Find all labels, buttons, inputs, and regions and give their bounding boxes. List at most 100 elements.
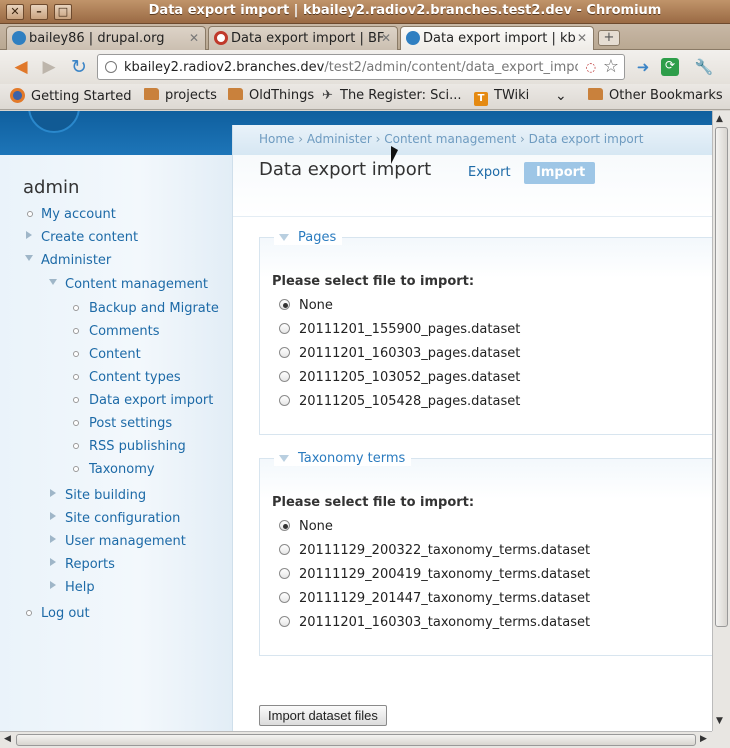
scroll-up-arrow-icon[interactable]: ▲ [716, 114, 723, 124]
bookmark-other-bookmarks[interactable]: Other Bookmarks [588, 88, 723, 103]
breadcrumb-data-export-import[interactable]: Data export import [529, 132, 644, 146]
breadcrumb-administer[interactable]: Administer [307, 132, 372, 146]
taxonomy-radio-option[interactable]: 20111129_200322_taxonomy_terms.dataset [279, 543, 590, 558]
radio-button[interactable] [279, 544, 290, 555]
close-tab-icon[interactable]: ✕ [381, 31, 391, 45]
sidebar-item-content-types[interactable]: Content types [89, 370, 181, 385]
sidebar-item-help[interactable]: Help [65, 580, 95, 595]
taxonomy-radio-option[interactable]: 20111129_200419_taxonomy_terms.dataset [279, 567, 590, 582]
reload-icon[interactable]: ↻ [68, 57, 90, 77]
forward-arrow-icon[interactable]: ▶ [38, 57, 60, 77]
horizontal-scroll-thumb[interactable] [16, 734, 696, 746]
scroll-down-arrow-icon[interactable]: ▼ [716, 716, 723, 726]
sidebar-item-user-management[interactable]: User management [65, 534, 186, 549]
wrench-menu-icon[interactable]: 🔧 [694, 58, 714, 76]
browser-tab-bf[interactable]: Data export import | BF ✕ [208, 26, 398, 50]
radio-button[interactable] [279, 568, 290, 579]
sidebar-item-administer[interactable]: Administer [41, 253, 111, 268]
browser-tab-drupal-org[interactable]: bailey86 | drupal.org ✕ [6, 26, 206, 50]
pages-radio-option[interactable]: None [279, 298, 333, 313]
horizontal-scrollbar[interactable]: ◀ ▶ [0, 731, 712, 748]
sidebar-item-taxonomy[interactable]: Taxonomy [89, 462, 155, 477]
maximize-window-button[interactable]: □ [54, 4, 72, 20]
sync-extension-icon[interactable]: ⟳ [661, 58, 679, 76]
pages-fieldset-legend[interactable]: Pages [274, 230, 343, 245]
radio-button[interactable] [279, 592, 290, 603]
bookmark-star-icon[interactable]: ☆ [603, 56, 619, 77]
scrollbar-corner [712, 731, 730, 748]
mouse-pointer-icon [391, 146, 398, 164]
radio-button[interactable] [279, 347, 290, 358]
sidebar-item-post-settings[interactable]: Post settings [89, 416, 172, 431]
radio-button[interactable] [279, 520, 290, 531]
taxonomy-radio-option[interactable]: 20111129_201447_taxonomy_terms.dataset [279, 591, 590, 606]
pages-radio-option[interactable]: 20111205_105428_pages.dataset [279, 394, 520, 409]
sidebar-item-log-out[interactable]: Log out [41, 606, 90, 621]
sidebar-item-site-building[interactable]: Site building [65, 488, 146, 503]
close-window-button[interactable]: ✕ [6, 4, 24, 20]
taxonomy-fieldset: Taxonomy terms Please select file to imp… [259, 451, 712, 656]
site-logo-icon[interactable] [28, 111, 80, 133]
bookmark-oldthings[interactable]: OldThings [228, 88, 314, 103]
tab-export[interactable]: Export [456, 162, 523, 184]
rss-feed-icon[interactable]: ◌ [586, 60, 596, 74]
extension-arrow-icon[interactable]: ➜ [633, 58, 653, 76]
sidebar-item-create-content[interactable]: Create content [41, 230, 138, 245]
vertical-scrollbar[interactable]: ▲ ▼ [712, 111, 730, 731]
radio-button[interactable] [279, 323, 290, 334]
tab-import[interactable]: Import [524, 162, 595, 184]
sidebar-item-site-configuration[interactable]: Site configuration [65, 511, 180, 526]
breadcrumb-home[interactable]: Home [259, 132, 294, 146]
taxonomy-fieldset-legend[interactable]: Taxonomy terms [274, 451, 412, 466]
bookmark-twiki[interactable]: T TWiki [474, 88, 529, 106]
sidebar-item-my-account[interactable]: My account [41, 207, 116, 222]
taxonomy-radio-option[interactable]: 20111201_160303_taxonomy_terms.dataset [279, 615, 590, 630]
window-titlebar: ✕ – □ Data export import | kbailey2.radi… [0, 0, 730, 24]
sidebar-item-rss-publishing[interactable]: RSS publishing [89, 439, 186, 454]
pages-radio-option[interactable]: 20111201_155900_pages.dataset [279, 322, 520, 337]
bookmark-getting-started[interactable]: Getting Started [10, 88, 132, 104]
sidebar-item-comments[interactable]: Comments [89, 324, 159, 339]
browser-tab-active[interactable]: Data export import | kb ✕ [400, 26, 594, 51]
radio-button[interactable] [279, 371, 290, 382]
collapsed-arrow-icon [50, 581, 56, 589]
pages-radio-option[interactable]: 20111205_103052_pages.dataset [279, 370, 520, 385]
scroll-right-arrow-icon[interactable]: ▶ [700, 734, 707, 744]
window-title: Data export import | kbailey2.radiov2.br… [148, 3, 662, 18]
vertical-scroll-thumb[interactable] [715, 127, 728, 627]
url-text: kbailey2.radiov2.branches.dev/test2/admi… [124, 60, 578, 75]
bullet-icon [73, 305, 79, 311]
bookmark-the-register[interactable]: ✈ The Register: Sci... [322, 88, 462, 103]
new-tab-button[interactable]: + [598, 30, 620, 46]
sidebar-item-backup-and-migrate[interactable]: Backup and Migrate [89, 301, 219, 316]
close-tab-icon[interactable]: ✕ [189, 31, 199, 45]
scroll-left-arrow-icon[interactable]: ◀ [4, 734, 11, 744]
sidebar-item-data-export-import[interactable]: Data export import [89, 393, 213, 408]
sidebar-item-content[interactable]: Content [89, 347, 141, 362]
sidebar-item-content-management[interactable]: Content management [65, 277, 208, 292]
drupal-favicon-icon [406, 31, 420, 45]
collapsed-arrow-icon [50, 512, 56, 520]
radio-button[interactable] [279, 395, 290, 406]
radio-button[interactable] [279, 616, 290, 627]
back-arrow-icon[interactable]: ◀ [10, 57, 32, 77]
close-tab-icon[interactable]: ✕ [577, 31, 587, 45]
sidebar-heading: admin [23, 177, 80, 198]
page-title: Data export import [259, 159, 432, 180]
import-dataset-files-button[interactable]: Import dataset files [259, 705, 387, 726]
expanded-arrow-icon [25, 255, 33, 261]
taxonomy-radio-option[interactable]: None [279, 519, 333, 534]
tab-label: Data export import | BF [231, 31, 385, 46]
collapsed-arrow-icon [26, 231, 32, 239]
bookmarks-overflow-chevron-icon[interactable]: ⌄ [555, 88, 567, 104]
breadcrumb-content-management[interactable]: Content management [384, 132, 516, 146]
radio-button[interactable] [279, 299, 290, 310]
bullet-icon [73, 374, 79, 380]
browser-toolbar: ◀ ▶ ↻ kbailey2.radiov2.branches.dev/test… [0, 50, 730, 84]
address-bar[interactable]: kbailey2.radiov2.branches.dev/test2/admi… [97, 54, 625, 80]
sidebar-item-reports[interactable]: Reports [65, 557, 115, 572]
pages-radio-option[interactable]: 20111201_160303_pages.dataset [279, 346, 520, 361]
drupal-favicon-icon [12, 31, 26, 45]
bookmark-projects[interactable]: projects [144, 88, 217, 103]
minimize-window-button[interactable]: – [30, 4, 48, 20]
